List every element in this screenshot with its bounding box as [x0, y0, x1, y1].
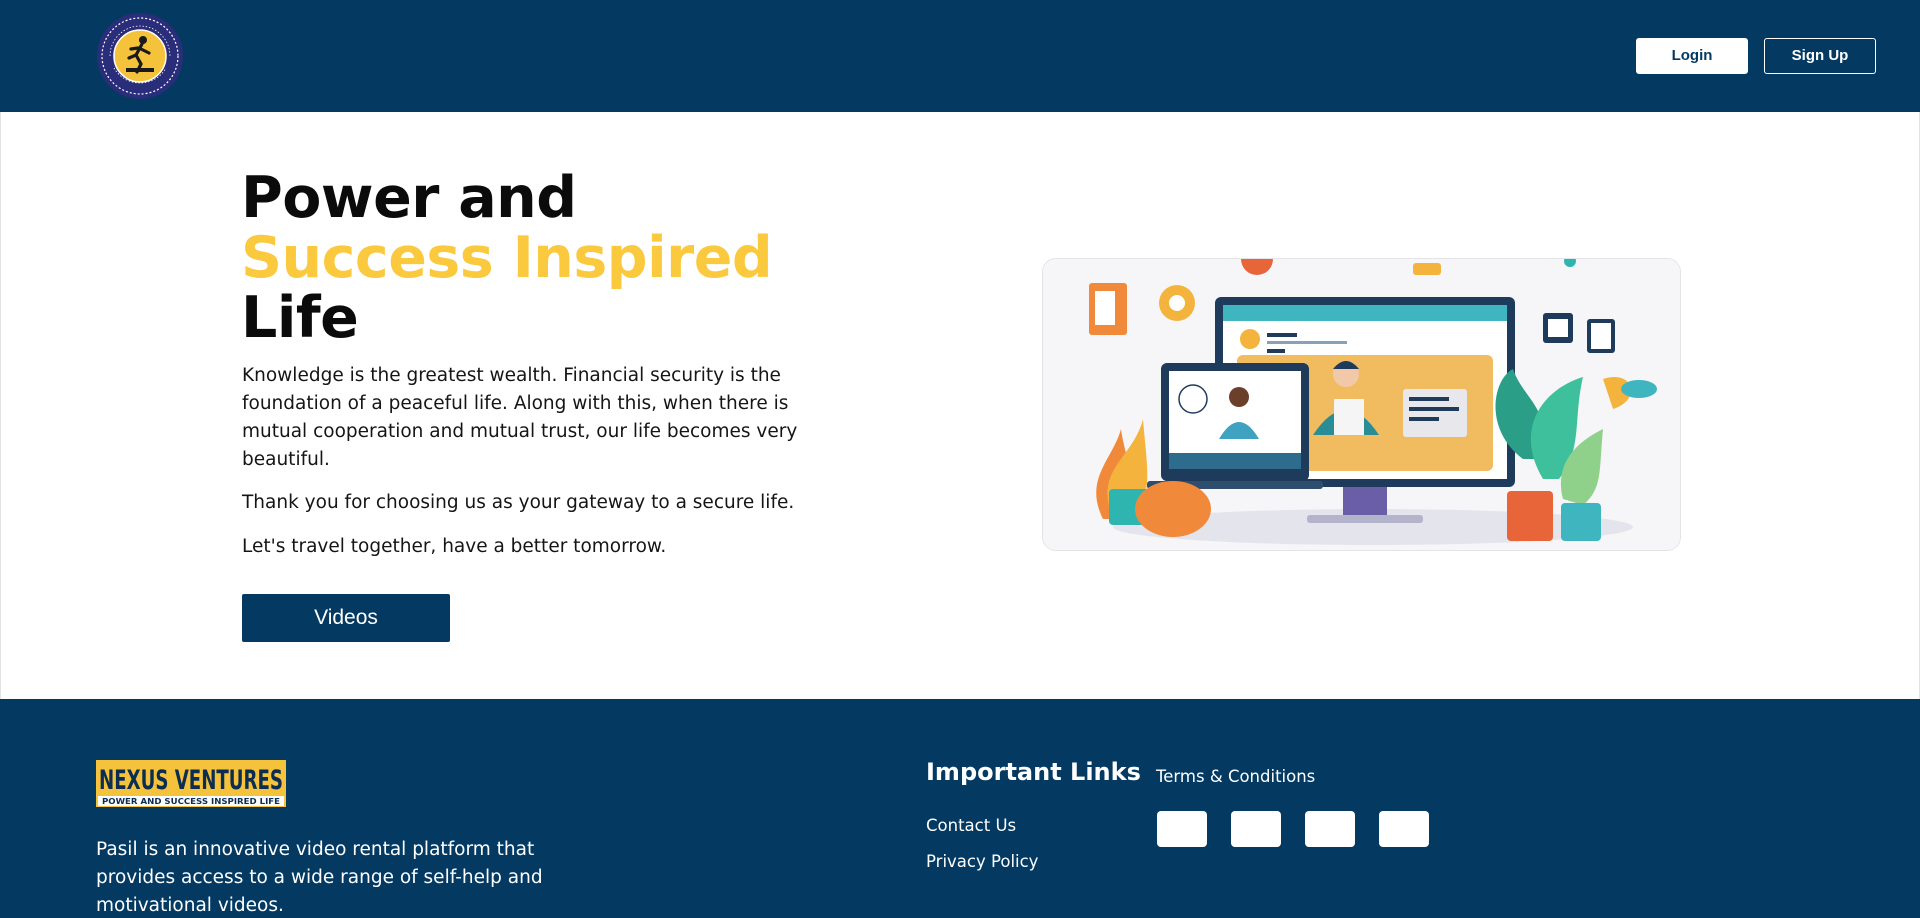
hero-title-line-1: Power and	[241, 165, 577, 231]
social-icon[interactable]	[1157, 811, 1207, 847]
terms-link[interactable]: Terms & Conditions	[1156, 767, 1315, 786]
social-icon[interactable]	[1305, 811, 1355, 847]
site-seal-logo[interactable]	[96, 12, 184, 100]
important-links-title: Important Links	[926, 758, 1141, 786]
signup-button[interactable]: Sign Up	[1764, 38, 1876, 74]
login-button[interactable]: Login	[1636, 38, 1748, 74]
contact-link[interactable]: Contact Us	[926, 816, 1016, 835]
privacy-link[interactable]: Privacy Policy	[926, 852, 1038, 871]
hero-paragraph-2: Thank you for choosing us as your gatewa…	[242, 492, 795, 513]
hero-paragraph-3: Let's travel together, have a better tom…	[242, 536, 667, 557]
hero-title: Power and Success Inspired Life	[241, 168, 841, 348]
social-icon[interactable]	[1231, 811, 1281, 847]
hero-title-line-2: Success Inspired	[241, 225, 773, 291]
social-icon[interactable]	[1379, 811, 1429, 847]
svg-text:NEXUS VENTURES: NEXUS VENTURES	[99, 765, 283, 796]
hero-paragraph-1: Knowledge is the greatest wealth. Financ…	[242, 365, 798, 470]
videos-button[interactable]: Videos	[242, 594, 450, 642]
hero-section: Power and Success Inspired Life Knowledg…	[0, 112, 1920, 699]
svg-text:POWER AND SUCCESS INSPIRED LIF: POWER AND SUCCESS INSPIRED LIFE	[102, 797, 280, 806]
site-header: Login Sign Up	[0, 0, 1920, 112]
hero-title-line-3: Life	[241, 285, 359, 351]
e-learning-illustration	[1042, 258, 1681, 551]
footer-description: Pasil is an innovative video rental plat…	[96, 839, 543, 916]
nexus-ventures-logo[interactable]: NEXUS VENTURES POWER AND SUCCESS INSPIRE…	[96, 760, 286, 807]
site-footer: NEXUS VENTURES POWER AND SUCCESS INSPIRE…	[0, 699, 1920, 918]
